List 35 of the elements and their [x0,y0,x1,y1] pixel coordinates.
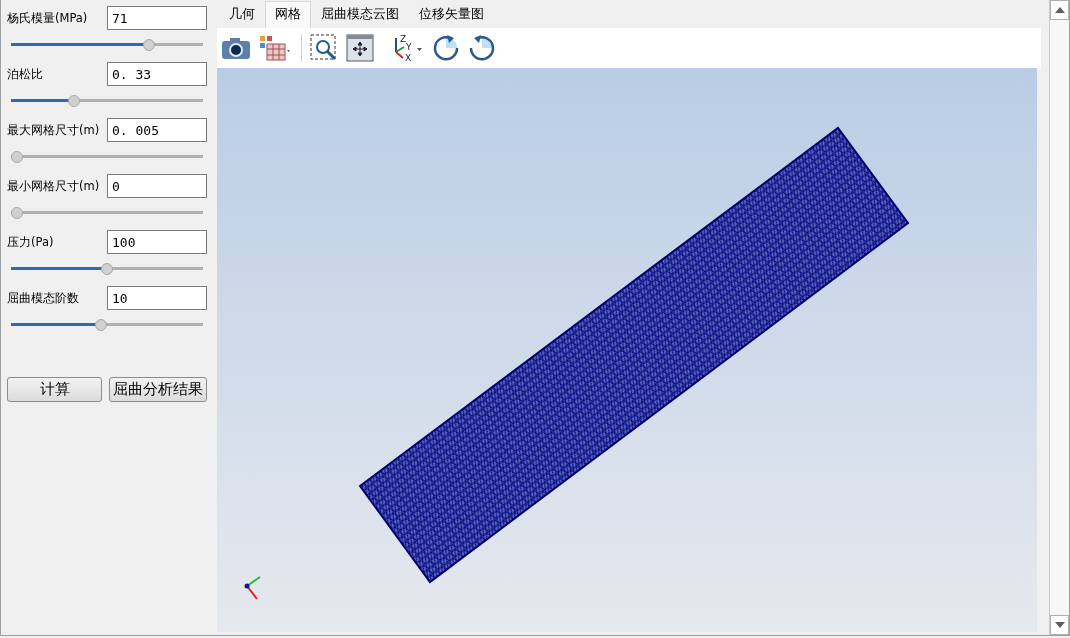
rotate-counterclockwise-icon[interactable] [468,34,496,62]
mesh-cube-icon[interactable] [259,35,293,61]
fit-view-icon[interactable] [346,34,374,62]
slider-thumb[interactable] [101,263,113,275]
scroll-down-icon[interactable] [1050,615,1069,635]
parameter-label: 最小网格尺寸(m) [7,178,100,194]
view-tab[interactable]: 位移矢量图 [409,1,494,28]
parameter-field[interactable]: 0. 005 [107,118,207,142]
view-tab[interactable]: 几何 [219,1,265,28]
parameter-field[interactable]: 10 [107,286,207,310]
parameter-field[interactable]: 0. 33 [107,62,207,86]
slider-thumb[interactable] [95,319,108,331]
rotate-clockwise-icon[interactable] [432,34,460,62]
parameter-label: 最大网格尺寸(m) [7,122,100,138]
camera-icon[interactable] [221,36,251,60]
zoom-region-icon[interactable] [310,34,338,62]
parameter-field[interactable]: 71 [107,6,207,30]
parameter-label: 压力(Pa) [7,234,54,250]
results-button[interactable]: 屈曲分析结果 [109,377,207,402]
view-tab[interactable]: 屈曲模态云图 [311,1,409,28]
compute-button[interactable]: 计算 [7,377,102,402]
view-tab[interactable]: 网格 [265,1,311,28]
vertical-scrollbar[interactable] [1049,0,1069,635]
scroll-up-icon[interactable] [1050,0,1069,20]
parameter-label: 杨氏模量(MPa) [7,10,88,26]
parameter-label: 屈曲模态阶数 [7,290,79,306]
parameter-field[interactable]: 100 [107,230,207,254]
parameter-field[interactable]: 0 [107,174,207,198]
slider-thumb[interactable] [11,207,23,219]
axis-triad-icon [244,576,261,600]
slider-thumb[interactable] [68,95,81,107]
parameter-label: 泊松比 [7,66,43,82]
mesh-viewport[interactable] [217,68,1037,632]
slider-thumb[interactable] [11,151,23,163]
slider-thumb[interactable] [143,39,156,51]
